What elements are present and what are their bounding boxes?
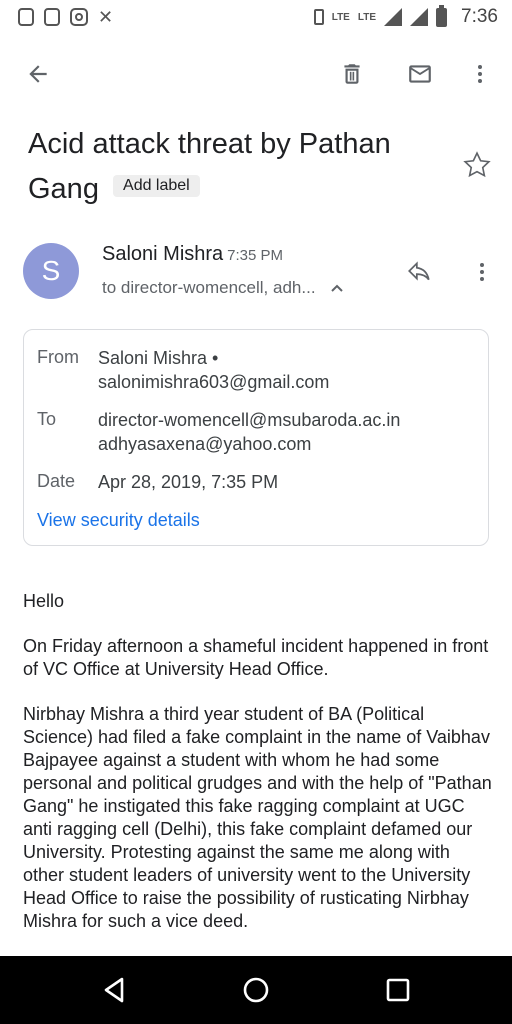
to-label: To — [37, 409, 57, 429]
add-label-chip[interactable]: Add label — [113, 175, 200, 198]
instagram-icon — [70, 8, 88, 26]
email-subject: Acid attack threat by Pathan Gang Add la… — [28, 122, 448, 212]
battery-icon — [436, 4, 448, 27]
message-details-card: From Saloni Mishra • salonimishra603@gma… — [23, 329, 489, 546]
to-email-1[interactable]: director-womencell@msubaroda.ac.in — [98, 408, 400, 432]
clock: 7:36 — [461, 6, 498, 27]
date-label: Date — [37, 471, 76, 491]
mark-unread-button[interactable] — [400, 54, 440, 94]
star-icon — [463, 151, 491, 178]
chevron-up-icon — [330, 278, 344, 298]
mail-icon — [409, 65, 431, 83]
sender-name: Saloni Mishra — [102, 243, 224, 265]
body-paragraph: Hello — [23, 591, 65, 611]
delete-button[interactable] — [332, 54, 372, 94]
body-paragraph: On Friday afternoon a shameful incident … — [23, 636, 489, 679]
recipients-summary: to director-womencell, adh... — [102, 278, 316, 297]
signal-icon — [384, 8, 403, 26]
from-name: Saloni Mishra • — [98, 348, 219, 368]
view-security-details-link[interactable]: View security details — [37, 510, 200, 531]
from-email[interactable]: salonimishra603@gmail.com — [98, 370, 329, 394]
date-value: Apr 28, 2019, 7:35 PM — [98, 472, 279, 492]
more-options-button[interactable] — [460, 54, 500, 94]
more-vert-icon — [478, 65, 482, 83]
more-vert-icon — [480, 263, 484, 281]
reply-icon — [408, 261, 430, 281]
system-nav-bar — [0, 956, 512, 1024]
nav-recents-icon — [386, 978, 410, 1002]
nav-recents-button[interactable] — [378, 970, 418, 1010]
email-body: Hello On Friday afternoon a shameful inc… — [23, 590, 493, 955]
notification-icons: ✕ — [18, 8, 113, 26]
sender-line: Saloni Mishra 7:35 PM — [102, 243, 283, 266]
delete-icon — [344, 64, 360, 84]
back-icon — [29, 65, 47, 83]
phone-app-icon — [18, 8, 34, 26]
to-email-2[interactable]: adhyasaxena@yahoo.com — [98, 432, 311, 456]
sender-avatar[interactable]: S — [23, 243, 79, 299]
body-paragraph: Nirbhay Mishra a third year student of B… — [23, 704, 492, 931]
message-more-button[interactable] — [470, 258, 494, 291]
lte-indicator: LTE — [331, 11, 350, 23]
nav-home-icon — [243, 977, 269, 1003]
nav-back-icon — [104, 977, 124, 1003]
subject-text: Acid attack threat by Pathan Gang — [28, 128, 391, 205]
app-toolbar — [0, 46, 512, 102]
nav-back-button[interactable] — [94, 970, 134, 1010]
phone-app-icon-2 — [44, 8, 60, 26]
back-button[interactable] — [18, 54, 58, 94]
system-icons: LTE LTE 7:36 — [313, 4, 498, 28]
sent-time: 7:35 PM — [227, 247, 284, 264]
recipients-summary-row[interactable]: to director-womencell, adh... — [102, 278, 344, 298]
reply-button[interactable] — [404, 258, 434, 289]
signal-icon-2 — [410, 8, 429, 26]
nav-home-button[interactable] — [236, 970, 276, 1010]
vibrate-icon — [313, 9, 324, 25]
missed-call-icon: ✕ — [98, 7, 114, 27]
from-label: From — [37, 347, 79, 367]
star-button[interactable] — [462, 150, 492, 185]
status-bar: ✕ LTE LTE 7:36 — [0, 0, 512, 36]
lte-indicator-2: LTE — [357, 11, 377, 23]
